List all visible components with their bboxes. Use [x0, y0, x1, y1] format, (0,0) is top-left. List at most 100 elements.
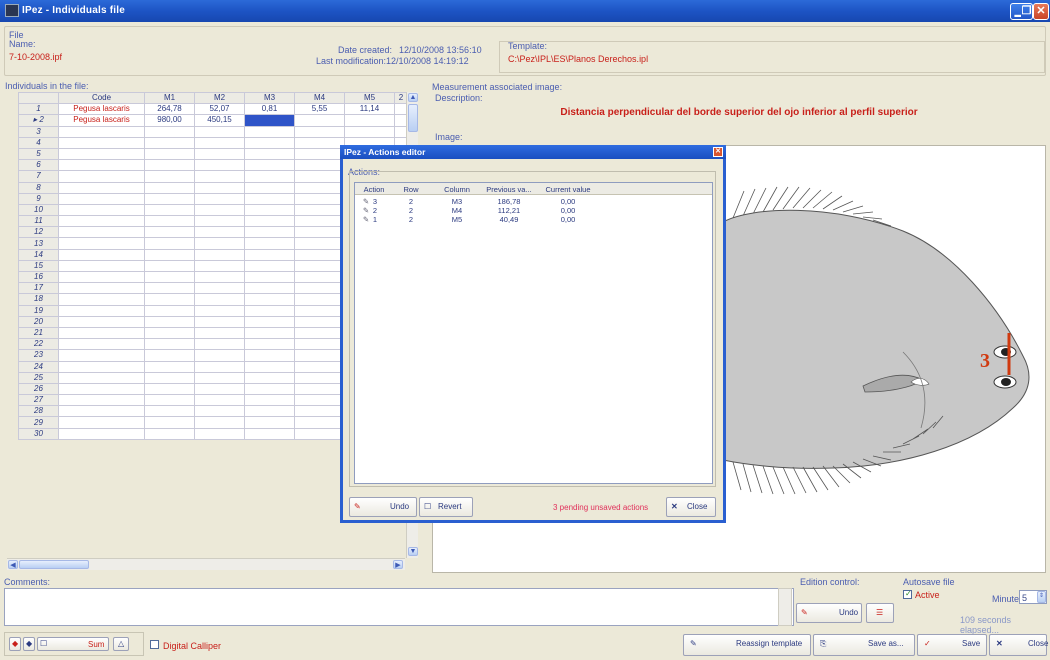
grid-cell[interactable] [294, 159, 345, 172]
m3-cell-selected[interactable] [244, 114, 295, 127]
row-number[interactable]: 11 [18, 215, 59, 228]
grid-cell[interactable] [244, 181, 295, 194]
grid-cell[interactable] [58, 159, 145, 172]
grid-cell[interactable] [144, 192, 195, 205]
grid-cell[interactable] [244, 349, 295, 362]
grid-cell[interactable] [144, 136, 195, 149]
grid-cell[interactable] [58, 181, 145, 194]
row-number[interactable]: 22 [18, 338, 59, 351]
table-row[interactable]: 1 Pegusa lascaris 264,78 52,07 0,81 5,55… [18, 103, 408, 116]
row-number[interactable]: 20 [18, 315, 59, 328]
grid-cell[interactable] [294, 338, 345, 351]
grid-cell[interactable] [244, 159, 295, 172]
row-number[interactable]: 8 [18, 181, 59, 194]
revert-button[interactable]: ☐ Revert [419, 497, 473, 517]
grid-cell[interactable] [294, 147, 345, 161]
m5-cell[interactable] [344, 114, 395, 127]
row-number[interactable]: 15 [18, 259, 59, 273]
grid-cell[interactable] [294, 326, 345, 340]
grid-cell[interactable] [58, 360, 145, 373]
grid-cell[interactable] [294, 416, 345, 429]
grid-cell[interactable] [58, 315, 145, 328]
hscroll-thumb[interactable] [19, 560, 89, 569]
dialog-close-button[interactable]: ✕ Close [666, 497, 716, 517]
grid-cell[interactable] [58, 147, 145, 161]
grid-cell[interactable] [58, 394, 145, 407]
grid-cell[interactable] [58, 326, 145, 340]
grid-cell[interactable] [58, 215, 145, 228]
grid-cell[interactable] [58, 248, 145, 261]
grid-cell[interactable] [58, 371, 145, 384]
col-action[interactable]: Action [359, 185, 389, 194]
grid-cell[interactable] [194, 304, 245, 317]
grid-cell[interactable] [58, 226, 145, 239]
grid-cell[interactable] [194, 338, 245, 351]
grid-cell[interactable] [244, 259, 295, 273]
grid-cell[interactable] [194, 382, 245, 396]
grid-cell[interactable] [244, 394, 295, 407]
action-row[interactable]: ✎ 2 2 M4 112,21 0,00 [355, 206, 712, 215]
grid-cell[interactable] [144, 371, 195, 384]
reassign-template-button[interactable]: ✎ Reassign template [683, 634, 811, 656]
grid-cell[interactable] [294, 259, 345, 273]
grid-cell[interactable] [144, 427, 195, 440]
grid-cell[interactable] [58, 282, 145, 295]
grid-cell[interactable] [294, 181, 345, 194]
grid-cell[interactable] [244, 147, 295, 161]
column-header[interactable]: M4 [294, 91, 345, 105]
grid-cell[interactable] [294, 215, 345, 228]
grid-cell[interactable] [244, 215, 295, 228]
edition-undo-button[interactable]: ✎ Undo [796, 603, 862, 623]
grid-cell[interactable] [58, 382, 145, 396]
row-number[interactable]: 16 [18, 270, 59, 284]
row-number[interactable]: 6 [18, 159, 59, 172]
row-number[interactable]: 12 [18, 226, 59, 239]
grid-cell[interactable] [144, 282, 195, 295]
grid-cell[interactable] [58, 416, 145, 429]
grid-cell[interactable] [244, 125, 295, 138]
grid-cell[interactable] [294, 136, 345, 149]
grid-cell[interactable] [294, 226, 345, 239]
grid-cell[interactable] [244, 371, 295, 384]
grid-cell[interactable] [194, 147, 245, 161]
grid-cell[interactable] [194, 259, 245, 273]
grid-cell[interactable] [144, 248, 195, 261]
column-header[interactable]: M5 [344, 91, 395, 105]
grid-cell[interactable] [58, 259, 145, 273]
grid-cell[interactable] [194, 125, 245, 138]
grid-cell[interactable] [194, 360, 245, 373]
grid-cell[interactable] [144, 181, 195, 194]
grid-cell[interactable] [144, 125, 195, 138]
grid-cell[interactable] [244, 427, 295, 440]
scroll-down-button[interactable]: ▼ [408, 547, 418, 556]
code-cell[interactable]: Pegusa lascaris [58, 103, 145, 116]
code-cell[interactable]: Pegusa lascaris [58, 114, 145, 127]
grid-cell[interactable] [194, 270, 245, 284]
window-close-button[interactable]: ✕ [1033, 3, 1049, 20]
grid-cell[interactable] [244, 237, 295, 250]
digital-caliper-checkbox[interactable] [150, 640, 159, 649]
action-row[interactable]: ✎ 1 2 M5 40,49 0,00 [355, 215, 712, 224]
table-row[interactable]: 3 [18, 125, 408, 138]
col-column[interactable]: Column [437, 185, 477, 194]
row-number[interactable]: 21 [18, 326, 59, 340]
grid-cell[interactable] [294, 360, 345, 373]
column-header[interactable]: M2 [194, 91, 245, 105]
stepper-arrows-icon[interactable]: ⇕ [1037, 591, 1046, 603]
row-number[interactable]: 24 [18, 360, 59, 373]
grid-cell[interactable] [194, 215, 245, 228]
grid-cell[interactable] [294, 382, 345, 396]
comments-textarea[interactable] [4, 588, 794, 626]
grid-cell[interactable] [58, 293, 145, 306]
grid-cell[interactable] [244, 315, 295, 328]
grid-cell[interactable] [144, 394, 195, 407]
column-header[interactable]: M3 [244, 91, 295, 105]
comments-scrollbar[interactable] [778, 588, 792, 626]
grid-cell[interactable] [294, 405, 345, 418]
grid-cell[interactable] [144, 326, 195, 340]
grid-cell[interactable] [294, 237, 345, 250]
dialog-close-icon[interactable]: ✕ [713, 147, 723, 157]
grid-cell[interactable] [194, 282, 245, 295]
row-number[interactable]: 13 [18, 237, 59, 250]
grid-cell[interactable] [294, 304, 345, 317]
